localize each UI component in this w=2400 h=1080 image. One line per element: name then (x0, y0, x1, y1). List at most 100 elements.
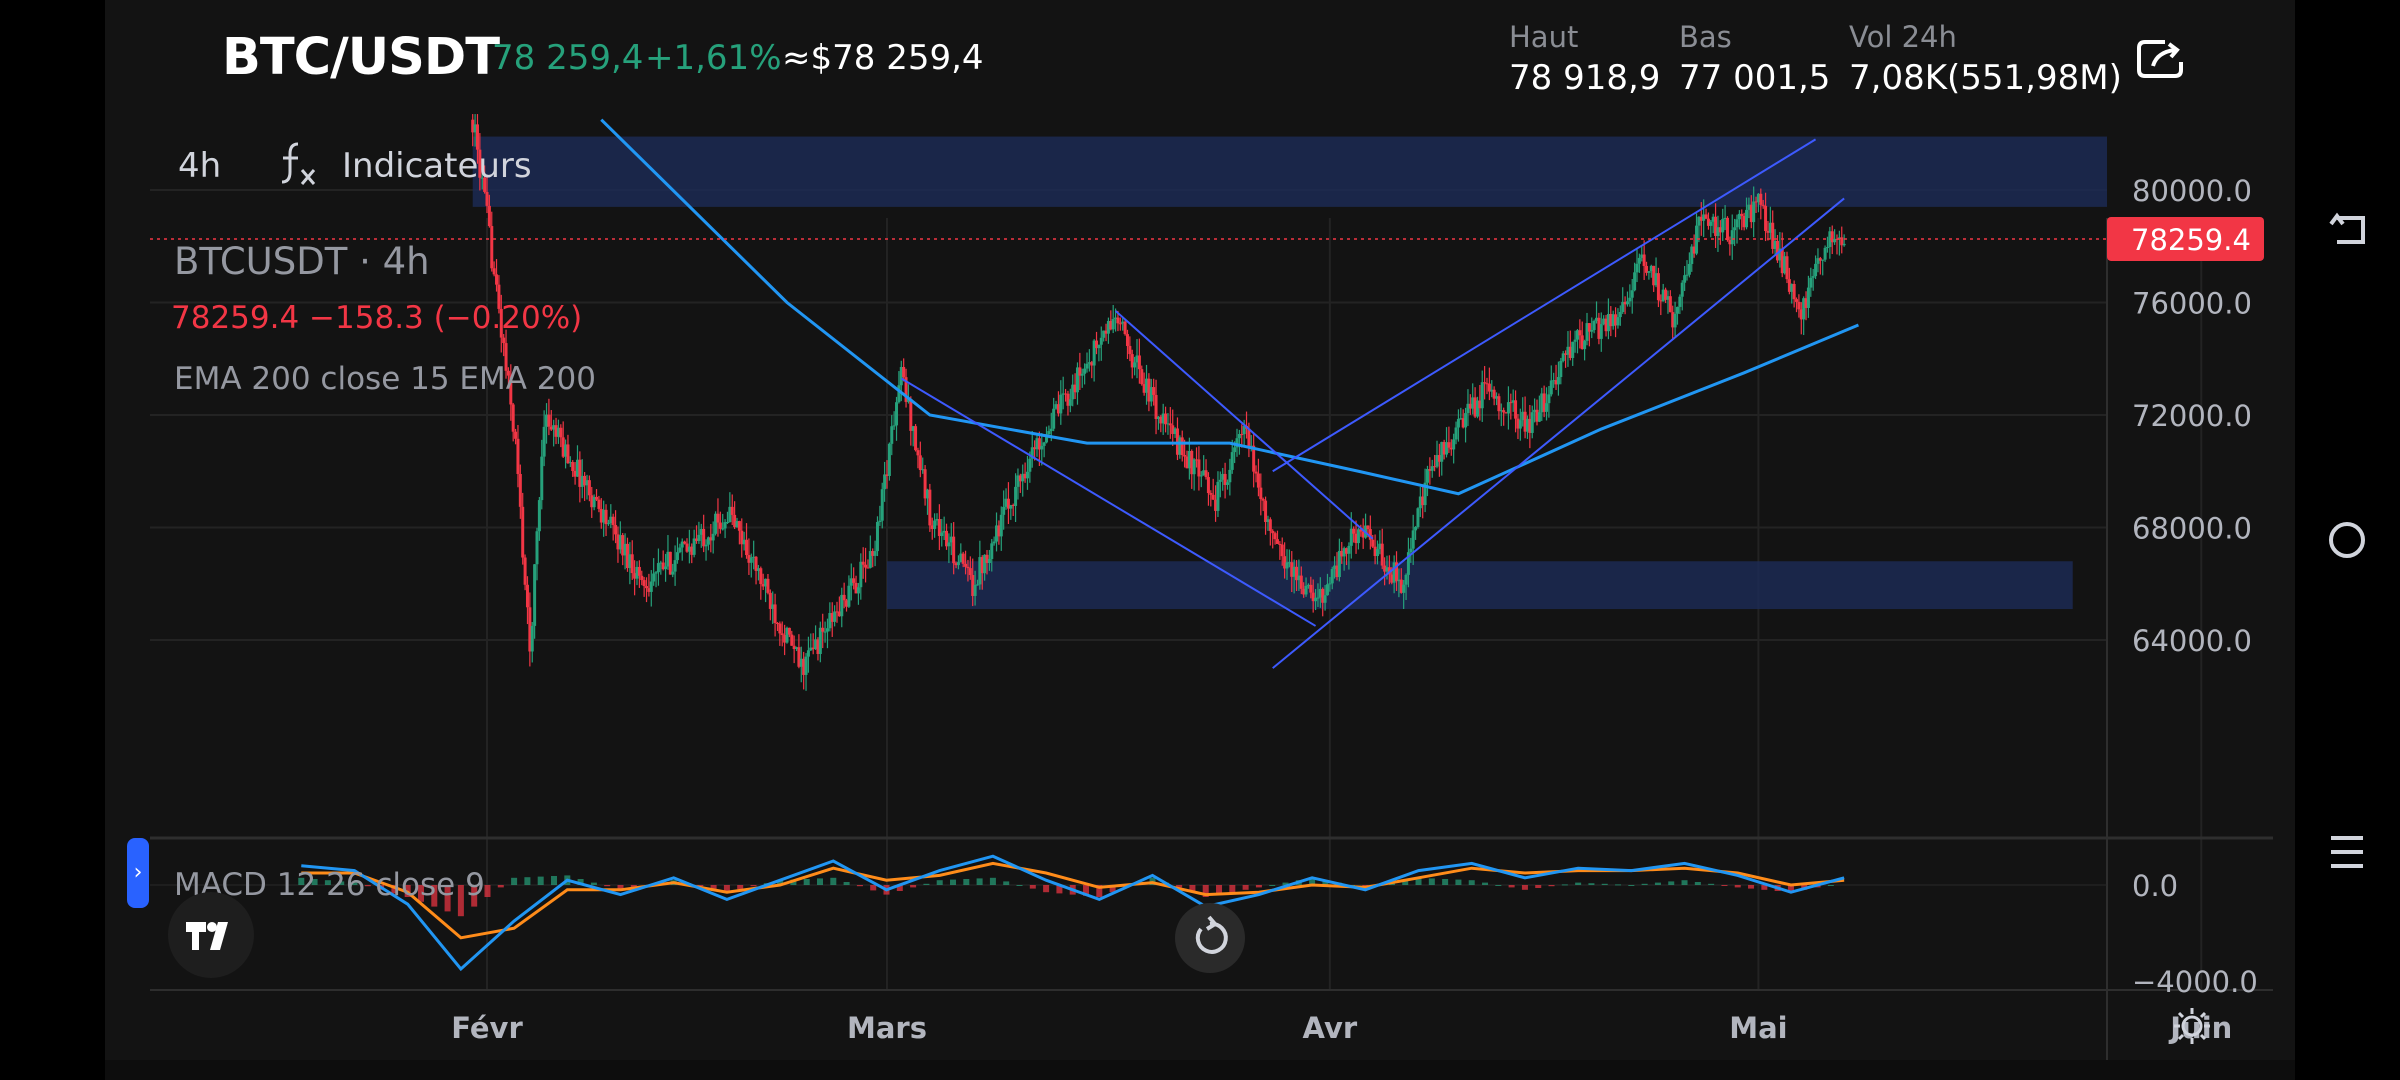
macd-histogram-bar (1521, 885, 1528, 890)
candle-body (1259, 487, 1263, 500)
candle-body (823, 631, 827, 633)
macd-tick-label: −4000.0 (2132, 965, 2258, 999)
candle-body (947, 542, 951, 547)
macd-histogram-bar (1029, 885, 1036, 889)
stat-low-value: 77 001,5 (1679, 58, 1831, 98)
candle-body (530, 625, 534, 652)
candle-body (1014, 486, 1018, 506)
candle-body (790, 634, 794, 646)
candle-body (1402, 584, 1406, 593)
macd-histogram-bar (803, 879, 810, 885)
candle-body (1240, 434, 1244, 436)
candle-body (1137, 355, 1141, 370)
candle-body (1154, 394, 1158, 419)
macd-histogram-bar (1734, 885, 1741, 888)
candle-body (1261, 499, 1265, 501)
candle-body (745, 539, 749, 556)
stat-volume-label: Vol 24h (1849, 20, 1957, 54)
candle-body (704, 544, 708, 547)
candle-body (1268, 519, 1272, 531)
candle-body (1842, 243, 1846, 246)
legend-price-line: 78259.4 −158.3 (−0.20%) (171, 300, 583, 336)
price-tick-label: 72000.0 (2132, 399, 2252, 433)
candle-body (1197, 459, 1201, 477)
macd-histogram-bar (1455, 879, 1462, 885)
pair-title[interactable]: BTC/USDT (222, 28, 500, 87)
macd-histogram-bar (870, 885, 877, 891)
price-tick-label: 80000.0 (2132, 174, 2252, 208)
macd-histogram-bar (936, 880, 943, 885)
macd-histogram-bar (1601, 883, 1608, 885)
candle-body (485, 191, 489, 206)
candle-body (1216, 481, 1220, 511)
legend-ema[interactable]: EMA 200 close 15 EMA 200 (174, 361, 596, 397)
candle-body (673, 560, 677, 572)
candle-body (1352, 528, 1356, 534)
candle-body (630, 554, 634, 574)
candle-body (1230, 452, 1234, 470)
candle-body (1633, 272, 1637, 291)
gear-icon[interactable] (2170, 1004, 2214, 1048)
candle-body (1299, 575, 1303, 589)
candle-body (1637, 257, 1641, 264)
macd-signal-line (301, 861, 1845, 940)
candle-body (964, 563, 968, 567)
interval-selector[interactable]: 4h (178, 146, 221, 186)
macd-histogram-bar (1043, 885, 1050, 893)
panel-collapse-handle[interactable]: › (127, 838, 149, 908)
time-tick-label: Mars (847, 1011, 927, 1045)
candle-body (1628, 297, 1632, 302)
candle-body (749, 557, 753, 563)
candle-body (1068, 399, 1072, 406)
candle-body (1709, 221, 1713, 226)
candle-body (1330, 569, 1334, 584)
time-axis: Févr Mars Avr Mai Juin (451, 1011, 2232, 1045)
candle-body (804, 656, 808, 675)
candle-body (1452, 439, 1456, 450)
candle-body (902, 366, 906, 378)
candle-body (1273, 533, 1277, 540)
candle-body (1685, 274, 1689, 276)
candle-body (1192, 459, 1196, 475)
macd-histogram-bar (1588, 883, 1595, 885)
candle-body (1042, 442, 1046, 446)
candle-body (1280, 544, 1284, 557)
macd-histogram-bar (1016, 885, 1023, 886)
candle-body (773, 604, 777, 623)
macd-histogram-bar (1641, 883, 1648, 885)
candle-body (711, 533, 715, 541)
candle-body (1059, 394, 1063, 414)
candle-body (1759, 193, 1763, 205)
candle-body (1414, 526, 1418, 531)
candle-body (1573, 339, 1577, 342)
indicators-button[interactable]: Indicateurs (342, 146, 532, 186)
candle-body (656, 563, 660, 573)
candle-body (614, 525, 618, 535)
tradingview-logo[interactable] (168, 892, 254, 978)
macd-line (301, 854, 1845, 972)
candle-body (542, 426, 546, 457)
macd-histogram-bar (1827, 885, 1834, 886)
reset-chart-button[interactable] (1175, 903, 1245, 973)
reset-icon (1195, 915, 1228, 954)
function-icon[interactable] (278, 138, 320, 188)
candle-body (909, 398, 913, 431)
macd-histogram-bar (590, 882, 597, 885)
share-icon[interactable] (2135, 36, 2185, 82)
candle-body (1797, 301, 1801, 310)
macd-histogram-bar (1681, 880, 1688, 885)
candle-body (1328, 583, 1332, 585)
candle-body (1218, 479, 1222, 482)
candle-body (1549, 380, 1553, 395)
macd-histogram-bar (1255, 885, 1262, 888)
candle-body (821, 627, 825, 632)
candle-body (514, 431, 518, 439)
time-tick-label: Mai (1729, 1011, 1787, 1045)
candle-body (1785, 256, 1789, 280)
candle-body (587, 480, 591, 496)
candle-body (1823, 247, 1827, 260)
candle-body (1204, 470, 1208, 478)
candle-body (675, 552, 679, 561)
candle-body (1721, 219, 1725, 233)
candle-body (1571, 341, 1575, 358)
